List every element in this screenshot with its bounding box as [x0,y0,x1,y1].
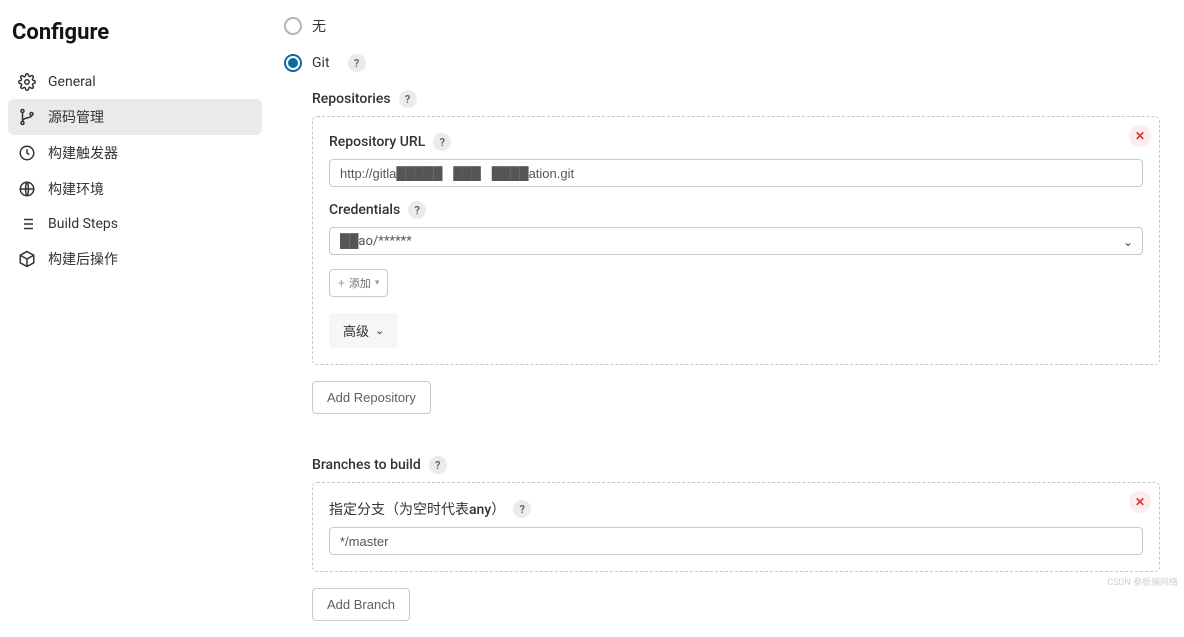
branch-spec-label: 指定分支（为空时代表any） [329,499,505,519]
sidebar-item-post[interactable]: 构建后操作 [8,241,262,277]
help-repositories[interactable]: ? [399,90,417,108]
help-branches[interactable]: ? [429,456,447,474]
sidebar-item-scm[interactable]: 源码管理 [8,99,262,135]
repo-url-label: Repository URL [329,134,425,150]
credentials-label: Credentials [329,202,400,218]
branch-spec-input[interactable] [329,527,1143,555]
add-cred-label: 添加 [349,277,371,290]
remove-repo-button[interactable]: ✕ [1129,125,1151,147]
credentials-select[interactable]: ██ao/****** [329,227,1143,255]
sidebar-item-steps[interactable]: Build Steps [8,207,262,241]
list-icon [18,215,36,233]
remove-branch-button[interactable]: ✕ [1129,491,1151,513]
sidebar-item-label: 源码管理 [48,107,104,127]
plus-icon: + [338,276,345,290]
sidebar-item-triggers[interactable]: 构建触发器 [8,135,262,171]
sidebar: Configure General 源码管理 构建触发器 构建环境 Build … [0,0,270,637]
sidebar-item-label: 构建后操作 [48,249,118,269]
scm-none-label: 无 [312,16,326,36]
sidebar-item-general[interactable]: General [8,65,262,99]
sidebar-item-label: Build Steps [48,216,118,232]
globe-icon [18,180,36,198]
scm-git-label: Git [312,55,330,71]
branch-icon [18,108,36,126]
help-branch-spec[interactable]: ? [513,500,531,518]
watermark: CSDN 参板编网络 [1107,575,1178,588]
gear-icon [18,73,36,91]
credentials-value: ██ao/****** [340,233,412,249]
help-repo-url[interactable]: ? [433,133,451,151]
help-git[interactable]: ? [348,54,366,72]
add-repository-button[interactable]: Add Repository [312,381,431,414]
add-credentials-button[interactable]: + 添加 ▾ [329,269,388,297]
page-title: Configure [8,12,262,65]
repository-block: ✕ Repository URL ? Credentials ? ██ao/**… [312,116,1160,365]
branch-block: ✕ 指定分支（为空时代表any） ? [312,482,1160,572]
sidebar-item-label: General [48,74,96,90]
scm-git-radio[interactable] [284,54,302,72]
scm-none-radio[interactable] [284,17,302,35]
branches-label: Branches to build [312,457,421,473]
sidebar-item-label: 构建触发器 [48,143,118,163]
repositories-label: Repositories [312,91,391,107]
help-credentials[interactable]: ? [408,201,426,219]
chevron-down-icon: ⌄ [375,324,384,337]
sidebar-item-env[interactable]: 构建环境 [8,171,262,207]
advanced-button[interactable]: 高级 ⌄ [329,313,398,348]
advanced-label: 高级 [343,321,369,340]
caret-down-icon: ▾ [375,278,380,289]
sidebar-item-label: 构建环境 [48,179,104,199]
package-icon [18,250,36,268]
clock-icon [18,144,36,162]
main-content: 无 Git ? Repositories ? ✕ Repository URL … [270,0,1184,637]
repo-url-input[interactable] [329,159,1143,187]
add-branch-button[interactable]: Add Branch [312,588,410,621]
